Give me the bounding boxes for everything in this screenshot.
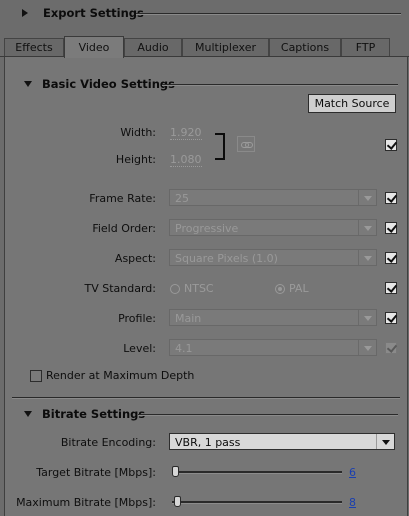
height-field[interactable]: 1.080 bbox=[170, 153, 202, 167]
width-label: Width: bbox=[120, 126, 156, 139]
maximum-bitrate-value[interactable]: 8 bbox=[349, 496, 356, 509]
maximum-bitrate-label: Maximum Bitrate [Mbps]: bbox=[16, 496, 156, 509]
aspect-checkbox[interactable] bbox=[385, 252, 398, 264]
tv-standard-checkbox[interactable] bbox=[385, 282, 398, 294]
target-bitrate-value[interactable]: 6 bbox=[349, 466, 356, 479]
collapse-triangle-icon[interactable] bbox=[22, 9, 28, 17]
maximum-bitrate-slider-track[interactable] bbox=[172, 501, 342, 503]
field-order-label: Field Order: bbox=[92, 222, 156, 235]
width-field[interactable]: 1.920 bbox=[170, 126, 202, 140]
collapse-triangle-icon[interactable] bbox=[24, 81, 32, 87]
chevron-down-icon bbox=[358, 340, 376, 355]
tab-bar: Effects Video Audio Multiplexer Captions… bbox=[0, 36, 409, 58]
target-bitrate-slider-thumb[interactable] bbox=[172, 466, 179, 477]
render-max-depth-label: Render at Maximum Depth bbox=[46, 369, 195, 382]
ntsc-radio[interactable] bbox=[170, 284, 180, 294]
tab-video[interactable]: Video bbox=[64, 36, 124, 58]
header-divider bbox=[136, 13, 401, 14]
target-bitrate-label: Target Bitrate [Mbps]: bbox=[36, 466, 156, 479]
profile-checkbox[interactable] bbox=[385, 312, 398, 324]
section-divider bbox=[162, 84, 398, 85]
bitrate-encoding-label: Bitrate Encoding: bbox=[60, 436, 156, 449]
ntsc-radio-label: NTSC bbox=[184, 282, 214, 295]
profile-select[interactable]: Main bbox=[169, 309, 377, 326]
bitrate-encoding-value: VBR, 1 pass bbox=[175, 436, 241, 449]
field-order-value: Progressive bbox=[175, 222, 239, 235]
height-label: Height: bbox=[115, 153, 156, 166]
tab-ftp[interactable]: FTP bbox=[341, 38, 390, 56]
tab-effects[interactable]: Effects bbox=[4, 38, 64, 56]
frame-rate-label: Frame Rate: bbox=[89, 192, 156, 205]
aspect-select[interactable]: Square Pixels (1.0) bbox=[169, 249, 377, 266]
aspect-value: Square Pixels (1.0) bbox=[175, 252, 278, 265]
frame-rate-select[interactable]: 25 bbox=[169, 189, 377, 206]
profile-value: Main bbox=[175, 312, 202, 325]
frame-rate-checkbox[interactable] bbox=[385, 192, 398, 204]
target-bitrate-slider-track[interactable] bbox=[172, 471, 342, 473]
tab-audio[interactable]: Audio bbox=[124, 38, 182, 56]
frame-rate-value: 25 bbox=[175, 192, 189, 205]
render-max-depth-checkbox[interactable] bbox=[30, 370, 42, 382]
profile-label: Profile: bbox=[118, 312, 156, 325]
bitrate-encoding-select[interactable]: VBR, 1 pass bbox=[169, 433, 395, 450]
export-settings-title: Export Settings bbox=[43, 6, 144, 20]
chevron-down-icon bbox=[376, 434, 394, 449]
pal-radio-label: PAL bbox=[289, 282, 309, 295]
chevron-down-icon bbox=[358, 250, 376, 265]
section-divider bbox=[138, 414, 398, 415]
collapse-triangle-icon[interactable] bbox=[24, 411, 32, 417]
level-value: 4.1 bbox=[175, 342, 193, 355]
match-source-button[interactable]: Match Source bbox=[308, 94, 396, 113]
level-label: Level: bbox=[123, 342, 156, 355]
tab-captions[interactable]: Captions bbox=[269, 38, 341, 56]
tv-standard-label: TV Standard: bbox=[84, 282, 157, 295]
basic-video-settings-title: Basic Video Settings bbox=[42, 77, 175, 91]
level-select[interactable]: 4.1 bbox=[169, 339, 377, 356]
tab-multiplexer[interactable]: Multiplexer bbox=[182, 38, 269, 56]
chevron-down-icon bbox=[358, 190, 376, 205]
field-order-select[interactable]: Progressive bbox=[169, 219, 377, 236]
aspect-label: Aspect: bbox=[114, 252, 156, 265]
dimensions-checkbox[interactable] bbox=[385, 139, 398, 151]
dimension-link-bracket bbox=[215, 133, 225, 160]
pal-radio[interactable] bbox=[275, 284, 285, 294]
field-order-checkbox[interactable] bbox=[385, 222, 398, 234]
chevron-down-icon bbox=[358, 220, 376, 235]
maximum-bitrate-slider-thumb[interactable] bbox=[174, 496, 181, 507]
chevron-down-icon bbox=[358, 310, 376, 325]
level-checkbox[interactable] bbox=[385, 342, 398, 354]
bitrate-settings-title: Bitrate Settings bbox=[42, 407, 146, 421]
bitrate-top-divider bbox=[12, 397, 400, 398]
chain-link-icon[interactable] bbox=[237, 136, 255, 152]
